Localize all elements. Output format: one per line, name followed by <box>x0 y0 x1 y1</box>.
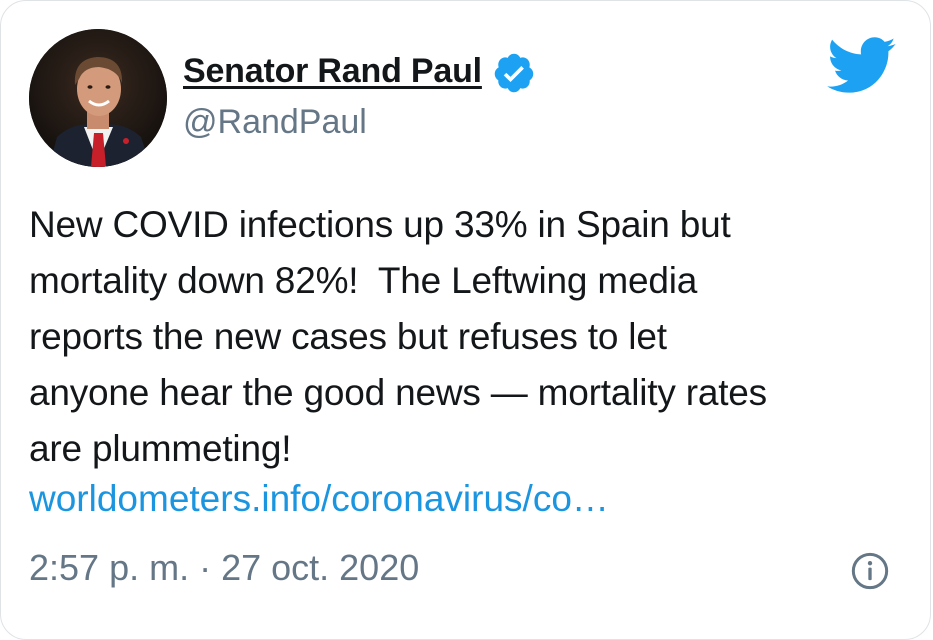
author-display-name[interactable]: Senator Rand Paul <box>183 52 482 91</box>
verified-badge-icon <box>494 53 534 93</box>
twitter-bird-icon[interactable] <box>827 37 897 95</box>
tweet-card[interactable]: Senator Rand Paul @RandPaul New COVID in… <box>0 0 931 640</box>
tweet-text: New COVID infections up 33% in Spain but… <box>29 197 909 477</box>
tweet-link[interactable]: worldometers.info/coronavirus/co… <box>29 471 609 527</box>
avatar[interactable] <box>29 29 167 167</box>
tweet-text-line: are plummeting! <box>29 428 292 469</box>
author-handle[interactable]: @RandPaul <box>183 103 367 142</box>
info-icon[interactable] <box>850 551 890 591</box>
tweet-text-line: mortality down 82%! The Leftwing media <box>29 260 698 301</box>
tweet-timestamp[interactable]: 2:57 p. m. · 27 oct. 2020 <box>29 547 419 589</box>
author-name-row: Senator Rand Paul <box>183 47 536 95</box>
tweet-text-line: reports the new cases but refuses to let <box>29 316 667 357</box>
tweet-text-line: New COVID infections up 33% in Spain but <box>29 204 731 245</box>
tweet-text-line: anyone hear the good news — mortality ra… <box>29 372 767 413</box>
